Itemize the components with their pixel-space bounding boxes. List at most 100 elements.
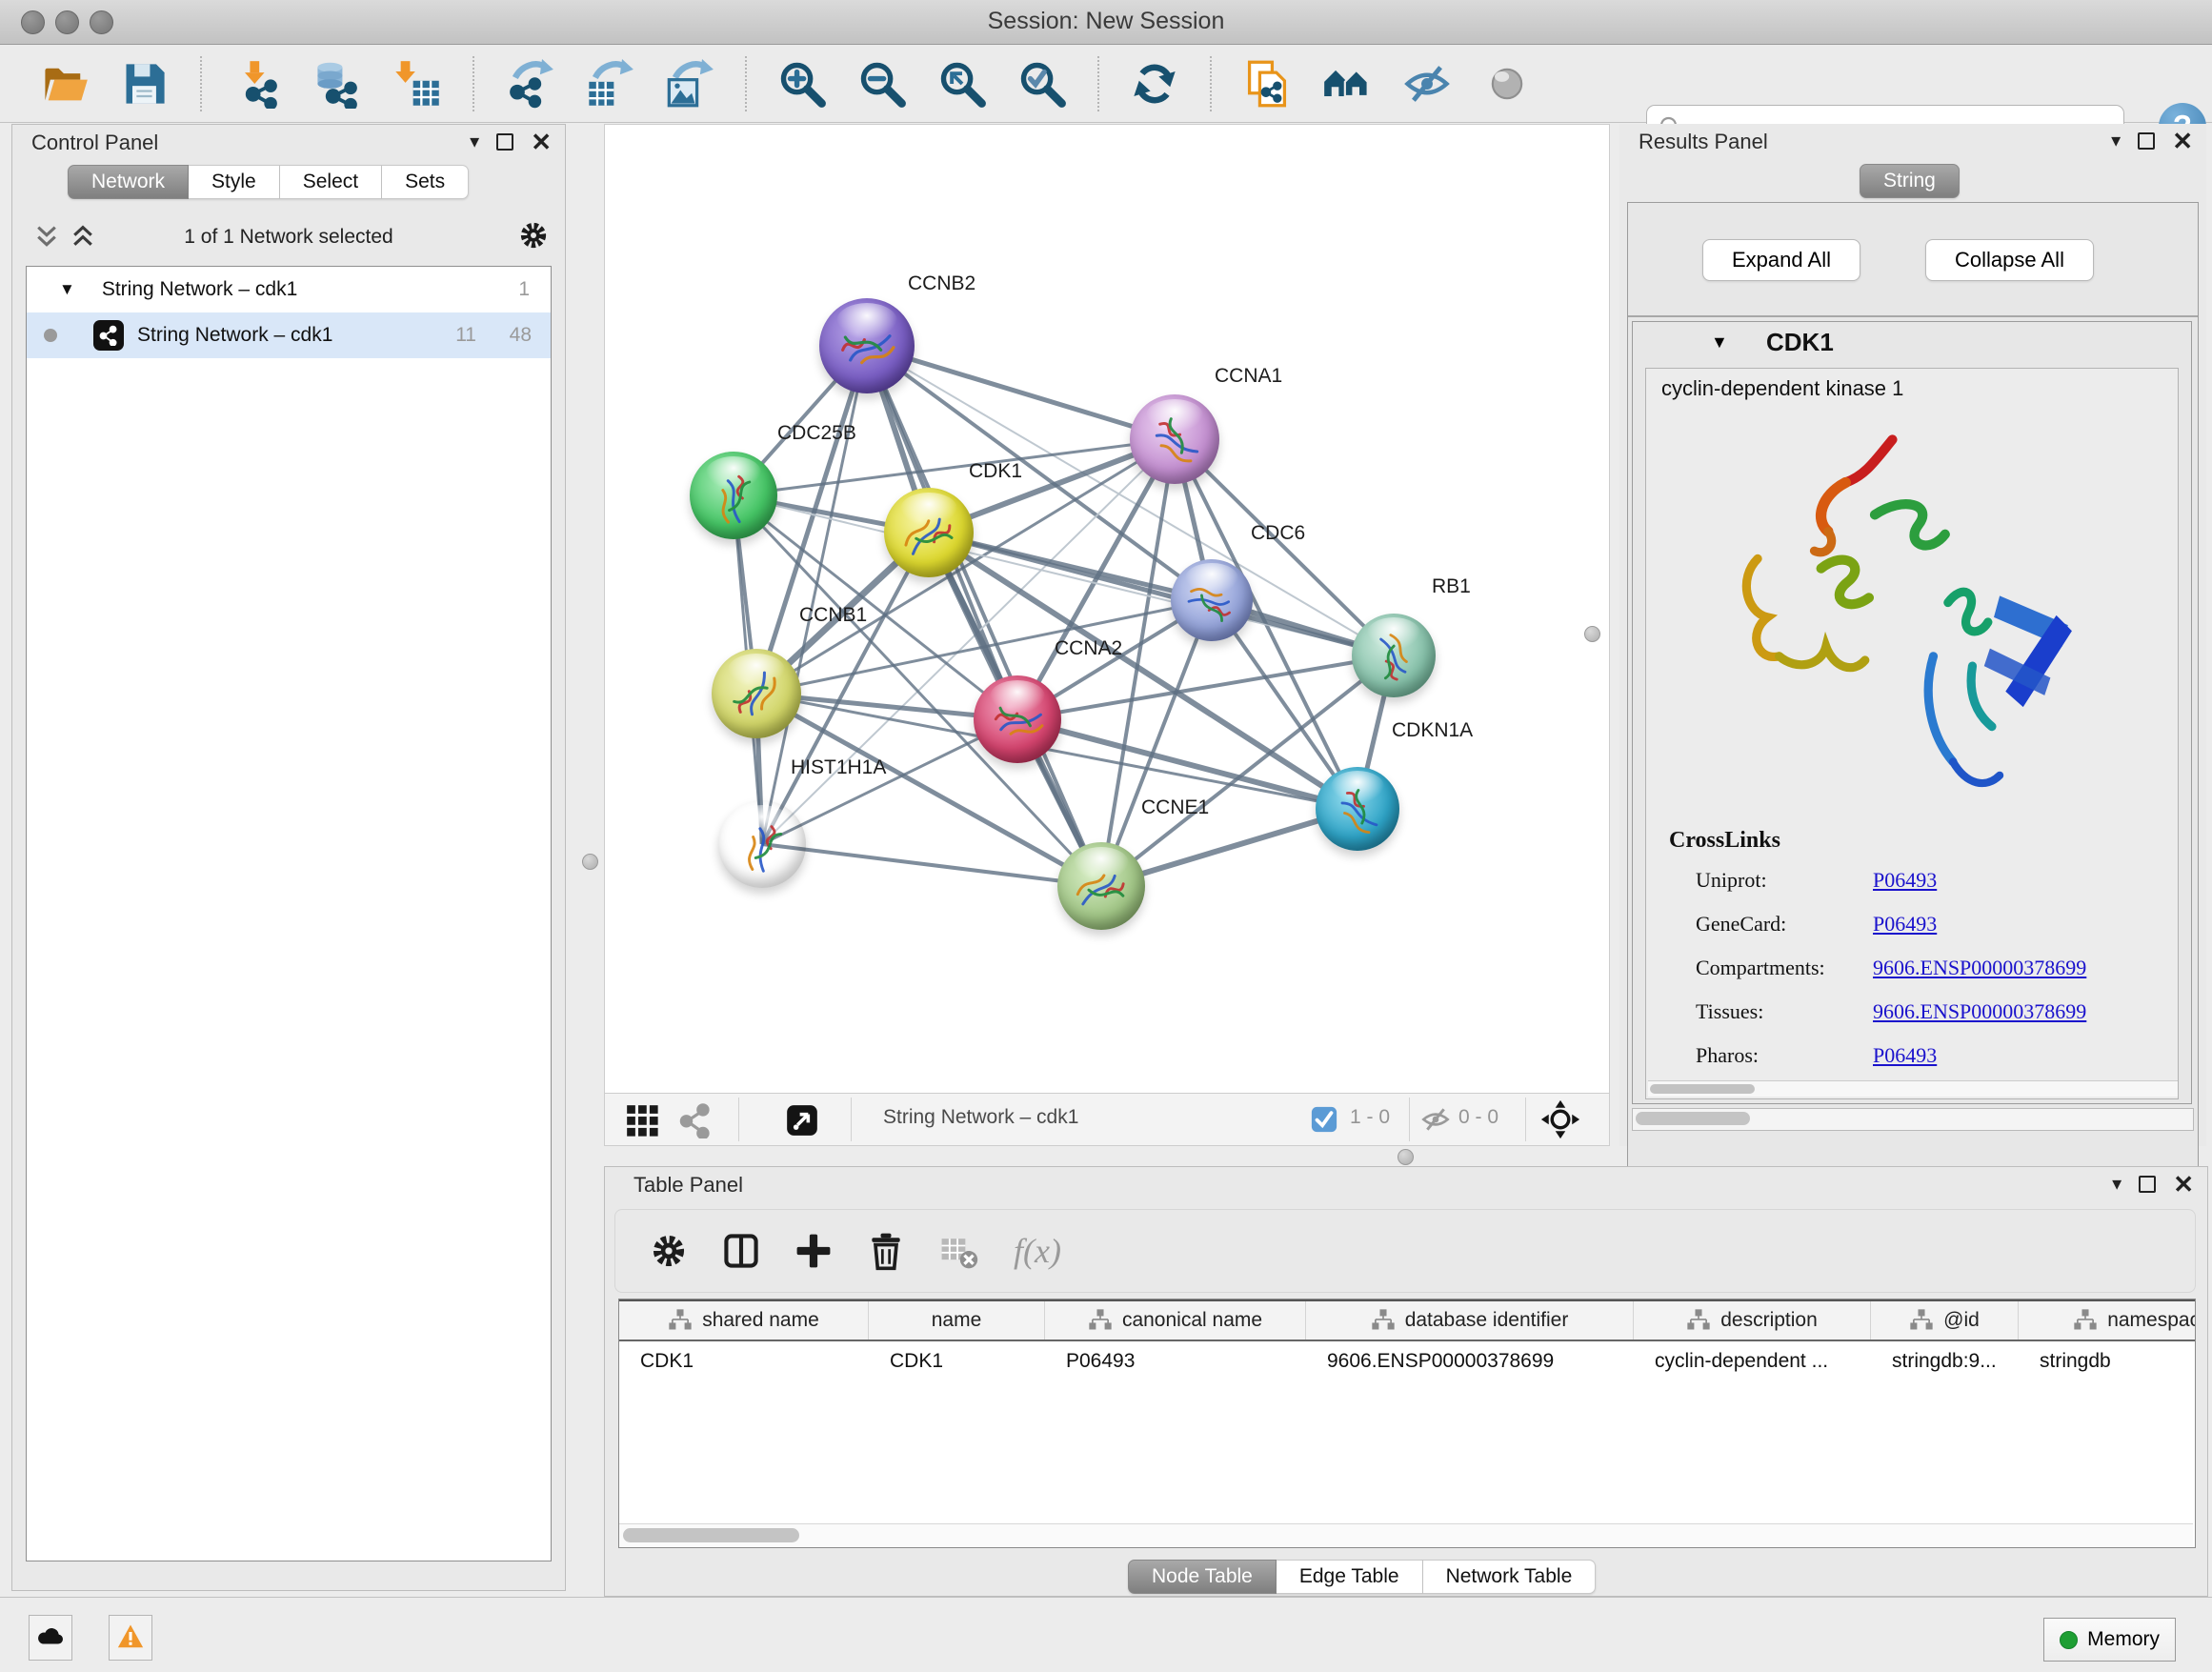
- network-node-ccnb2[interactable]: [819, 298, 915, 393]
- hide-selected-button[interactable]: [1398, 52, 1456, 115]
- table-cell[interactable]: stringdb:9...: [1871, 1341, 2019, 1381]
- node-label-cdc25b: CDC25B: [777, 422, 856, 445]
- table-cell[interactable]: 9606.ENSP00000378699: [1306, 1341, 1634, 1381]
- zoom-out-button[interactable]: [854, 52, 911, 115]
- open-session-button[interactable]: [36, 52, 93, 115]
- tab-edge-table[interactable]: Edge Table: [1277, 1560, 1423, 1594]
- table-cell[interactable]: CDK1: [869, 1341, 1045, 1381]
- delete-table-icon: [932, 1224, 985, 1278]
- collection-count: 1: [518, 278, 530, 301]
- network-canvas[interactable]: CCNB2CCNA1CDC25BCDK1CDC6RB1CCNB1CCNA2CDK…: [604, 124, 1610, 1094]
- column-header-description[interactable]: description: [1634, 1301, 1871, 1340]
- table-cell[interactable]: stringdb: [2019, 1341, 2196, 1381]
- gene-section-header[interactable]: ▼ CDK1: [1633, 322, 2191, 366]
- left-splitter-handle[interactable]: [582, 854, 598, 870]
- tab-node-table[interactable]: Node Table: [1128, 1560, 1277, 1594]
- table-hscrollbar[interactable]: [619, 1523, 2193, 1547]
- cloud-status-icon[interactable]: [29, 1615, 72, 1661]
- hidden-count: 0 - 0: [1458, 1106, 1498, 1129]
- network-node-cdkn1a[interactable]: [1316, 767, 1399, 851]
- table-options-gear-icon[interactable]: [642, 1224, 695, 1278]
- results-panel: Results Panel ▾ ✕ String Expand All Coll…: [1619, 124, 2206, 1146]
- zoom-fit-content-button[interactable]: [934, 52, 991, 115]
- import-network-button[interactable]: [229, 52, 286, 115]
- bottom-splitter-handle[interactable]: [1398, 1149, 1414, 1165]
- fit-selected-crosshair-icon[interactable]: [1540, 1099, 1580, 1139]
- float-panel-icon[interactable]: [2139, 1176, 2156, 1193]
- tab-sets[interactable]: Sets: [382, 165, 469, 199]
- float-panel-icon[interactable]: [2138, 132, 2155, 150]
- close-panel-icon[interactable]: ✕: [531, 129, 552, 155]
- panel-menu-icon[interactable]: ▾: [470, 129, 479, 155]
- export-network-button[interactable]: [501, 52, 558, 115]
- show-hidden-button[interactable]: [1478, 52, 1536, 115]
- show-columns-icon[interactable]: [714, 1224, 768, 1278]
- birdseye-view-button[interactable]: [1318, 52, 1376, 115]
- column-header-database-identifier[interactable]: database identifier: [1306, 1301, 1634, 1340]
- results-hscrollbar[interactable]: [1632, 1108, 2194, 1131]
- collapse-gene-icon[interactable]: ▼: [1705, 332, 1734, 353]
- network-collection-row[interactable]: ▼ String Network – cdk1 1: [27, 267, 551, 312]
- table-panel-header: Table Panel ▾ ✕: [605, 1167, 2207, 1203]
- create-column-icon[interactable]: [787, 1224, 840, 1278]
- expand-all-button[interactable]: Expand All: [1702, 239, 1860, 281]
- crosslink-link[interactable]: P06493: [1873, 912, 1937, 937]
- warnings-icon[interactable]: [109, 1615, 152, 1661]
- close-panel-icon[interactable]: ✕: [2173, 1171, 2194, 1198]
- network-node-cdk1[interactable]: [884, 488, 974, 577]
- tab-network-table[interactable]: Network Table: [1423, 1560, 1597, 1594]
- tab-network[interactable]: Network: [68, 165, 189, 199]
- crosslink-link[interactable]: P06493: [1873, 1043, 1937, 1068]
- crosslink-link[interactable]: 9606.ENSP00000378699: [1873, 956, 2086, 980]
- panel-menu-icon[interactable]: ▾: [2111, 128, 2121, 154]
- crosslink-link[interactable]: P06493: [1873, 868, 1937, 893]
- node-table: shared namenamecanonical namedatabase id…: [618, 1299, 2196, 1548]
- network-node-rb1[interactable]: [1352, 614, 1436, 697]
- column-header-name[interactable]: name: [869, 1301, 1045, 1340]
- network-node-cdc25b[interactable]: [690, 452, 777, 539]
- export-table-button[interactable]: [581, 52, 638, 115]
- table-cell[interactable]: P06493: [1045, 1341, 1306, 1381]
- network-row-selected[interactable]: String Network – cdk1 11 48: [27, 312, 551, 358]
- graphics-details-icon[interactable]: [624, 1102, 660, 1138]
- network-node-ccna2[interactable]: [974, 675, 1061, 763]
- collapse-all-button[interactable]: Collapse All: [1925, 239, 2094, 281]
- birdseye-toggle-icon[interactable]: [784, 1102, 820, 1138]
- table-cell[interactable]: CDK1: [619, 1341, 869, 1381]
- network-node-cdc6[interactable]: [1171, 559, 1253, 641]
- tab-style[interactable]: Style: [189, 165, 280, 199]
- details-hscrollbar[interactable]: [1648, 1080, 2178, 1097]
- tab-select[interactable]: Select: [280, 165, 382, 199]
- zoom-in-button[interactable]: [774, 52, 831, 115]
- refresh-layout-button[interactable]: [1126, 52, 1183, 115]
- export-image-button[interactable]: [661, 52, 718, 115]
- selected-nodes-checkbox-icon[interactable]: [1310, 1105, 1338, 1134]
- tab-string[interactable]: String: [1860, 164, 1960, 198]
- column-header--id[interactable]: @id: [1871, 1301, 2019, 1340]
- import-database-button[interactable]: [309, 52, 366, 115]
- column-header-shared-name[interactable]: shared name: [619, 1301, 869, 1340]
- column-header-canonical-name[interactable]: canonical name: [1045, 1301, 1306, 1340]
- table-cell[interactable]: cyclin-dependent ...: [1634, 1341, 1871, 1381]
- crosslink-row: Tissues:9606.ENSP00000378699: [1696, 999, 2153, 1028]
- save-session-button[interactable]: [116, 52, 173, 115]
- panel-menu-icon[interactable]: ▾: [2112, 1171, 2122, 1198]
- right-splitter-handle[interactable]: [1584, 626, 1600, 642]
- network-node-ccna1[interactable]: [1130, 394, 1219, 484]
- zoom-selected-button[interactable]: [1014, 52, 1071, 115]
- collapse-collection-icon[interactable]: ▼: [53, 279, 81, 300]
- crosslink-link[interactable]: 9606.ENSP00000378699: [1873, 999, 2086, 1024]
- network-options-gear-icon[interactable]: [515, 218, 552, 254]
- close-panel-icon[interactable]: ✕: [2172, 128, 2193, 154]
- float-panel-icon[interactable]: [496, 133, 513, 151]
- memory-button[interactable]: Memory: [2043, 1618, 2176, 1662]
- clone-network-button[interactable]: [1238, 52, 1296, 115]
- network-edges[interactable]: [605, 125, 1609, 1093]
- column-header-namespace[interactable]: namespace: [2019, 1301, 2196, 1340]
- import-table-button[interactable]: [389, 52, 446, 115]
- delete-column-icon[interactable]: [859, 1224, 913, 1278]
- network-node-ccnb1[interactable]: [712, 649, 801, 738]
- network-node-hist1h1a[interactable]: [718, 800, 806, 888]
- network-overview-icon[interactable]: [677, 1102, 714, 1138]
- network-node-ccne1[interactable]: [1057, 842, 1145, 930]
